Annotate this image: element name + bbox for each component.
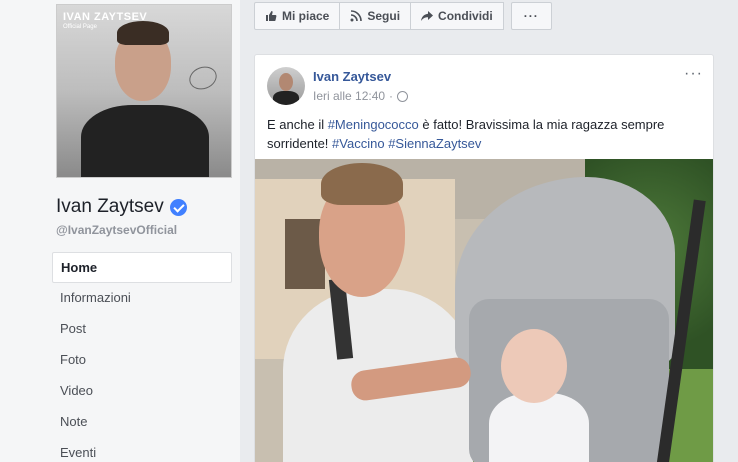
profile-picture-subtitle: Official Page	[63, 24, 97, 30]
thumbs-up-icon	[266, 11, 277, 21]
page-handle[interactable]: @IvanZaytsevOfficial	[56, 223, 177, 237]
post-meta: Ieri alle 12:40 ·	[313, 89, 409, 103]
avatar-figure-body	[273, 91, 299, 105]
follow-label: Segui	[367, 9, 401, 23]
nav-item-informazioni[interactable]: Informazioni	[52, 283, 232, 314]
nav-item-note[interactable]: Note	[52, 407, 232, 438]
nav-item-video[interactable]: Video	[52, 376, 232, 407]
left-column: IVAN ZAYTSEV Official Page Ivan Zaytsev …	[0, 0, 240, 462]
share-label: Condividi	[438, 9, 493, 23]
like-button[interactable]: Mi piace	[254, 2, 341, 30]
nav-item-home[interactable]: Home	[52, 252, 232, 283]
post-author[interactable]: Ivan Zaytsev	[313, 69, 391, 84]
post-card: Ivan Zaytsev Ieri alle 12:40 · ··· E anc…	[254, 54, 714, 462]
dot-separator: ·	[389, 89, 394, 103]
hashtag-siennazaytsev[interactable]: #SiennaZaytsev	[388, 136, 481, 151]
post-text: E anche il #Meningococco è fatto! Bravis…	[267, 115, 703, 153]
nav-item-post[interactable]: Post	[52, 314, 232, 345]
share-arrow-icon	[421, 11, 434, 21]
post-options-button[interactable]: ···	[684, 65, 703, 83]
profile-picture[interactable]: IVAN ZAYTSEV Official Page	[56, 4, 232, 178]
author-avatar[interactable]	[267, 67, 305, 105]
follow-button[interactable]: Segui	[339, 2, 412, 30]
post-photo[interactable]	[255, 159, 713, 462]
profile-figure-body	[81, 105, 209, 177]
page-action-bar: Mi piace Segui Condividi ···	[254, 2, 552, 30]
globe-privacy-icon[interactable]	[397, 90, 409, 102]
photo-baby-body	[489, 393, 589, 462]
profile-figure-hair	[117, 21, 169, 45]
post-text-part: E anche il	[267, 117, 328, 132]
photo-baby-head	[501, 329, 567, 403]
page-title[interactable]: Ivan Zaytsev	[56, 196, 187, 218]
like-label: Mi piace	[282, 9, 330, 23]
page-name-text[interactable]: Ivan Zaytsev	[56, 196, 164, 218]
nav-item-foto[interactable]: Foto	[52, 345, 232, 376]
more-options-button[interactable]: ···	[510, 2, 552, 30]
post-timestamp[interactable]: Ieri alle 12:40	[313, 89, 385, 103]
rss-follow-icon	[350, 10, 363, 22]
signature-mark	[186, 62, 220, 94]
photo-man-hair	[321, 163, 403, 205]
verified-badge-icon	[169, 198, 187, 216]
nav-item-eventi[interactable]: Eventi	[52, 438, 232, 462]
hashtag-meningococco[interactable]: #Meningococco	[328, 117, 419, 132]
hashtag-vaccino[interactable]: #Vaccino	[332, 136, 385, 151]
avatar-figure-head	[279, 73, 293, 91]
share-button[interactable]: Condividi	[410, 2, 504, 30]
page-nav: Home Informazioni Post Foto Video Note E…	[52, 252, 232, 462]
